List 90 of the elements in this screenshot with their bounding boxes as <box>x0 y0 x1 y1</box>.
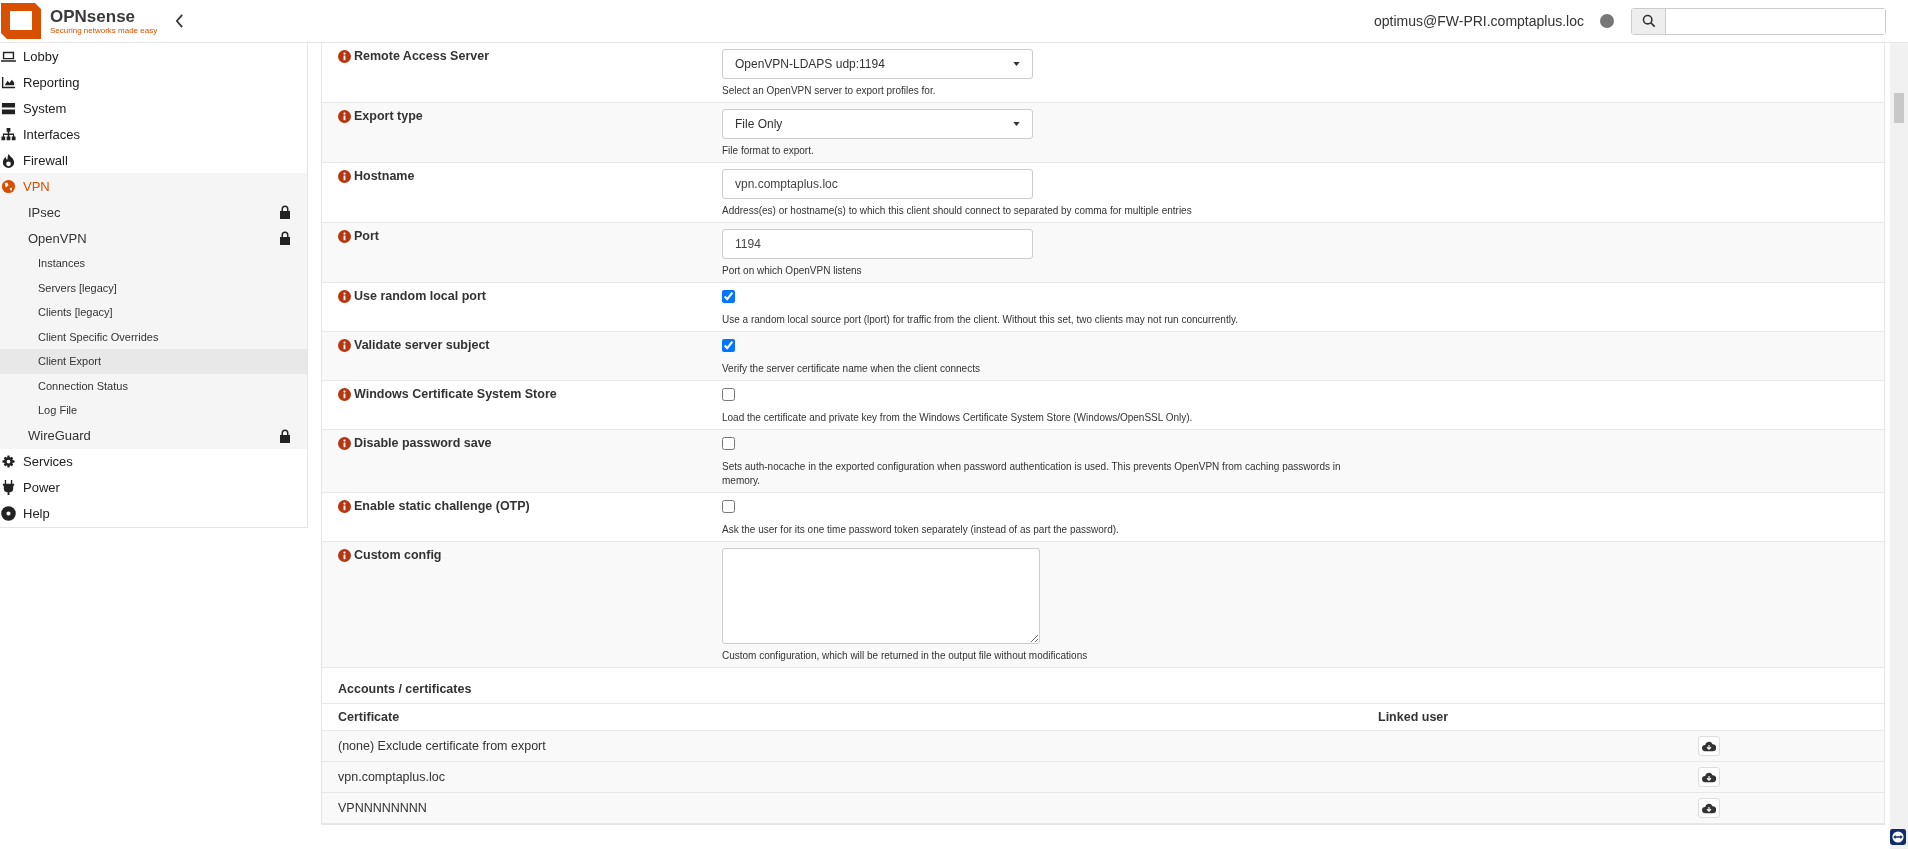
nav-icon <box>1 74 16 90</box>
help-text: Load the certificate and private key from the Windows Certificate System Store (Windows/OpenSSL Only). <box>722 411 1193 425</box>
scrollbar[interactable] <box>1890 43 1908 849</box>
nav-icon <box>1 126 16 142</box>
logo-icon <box>0 3 42 39</box>
nav-item[interactable]: Lobby <box>0 43 307 69</box>
nav-subitem[interactable]: Log File <box>0 398 307 423</box>
info-icon[interactable] <box>338 339 351 352</box>
info-icon[interactable] <box>338 170 351 183</box>
caret-icon <box>1013 122 1020 126</box>
input-field[interactable]: 1194 <box>722 229 1033 259</box>
nav-subitem[interactable]: Servers [legacy] <box>0 275 307 300</box>
info-icon[interactable] <box>338 388 351 401</box>
help-text: Select an OpenVPN server to export profiles for. <box>722 84 936 98</box>
cloud-download-icon <box>1702 740 1716 752</box>
nav-subitem[interactable]: IPsec <box>0 199 307 225</box>
input-field[interactable]: vpn.comptaplus.loc <box>722 169 1033 199</box>
status-dot <box>1600 14 1614 28</box>
nav-subitem[interactable]: Connection Status <box>0 373 307 398</box>
nav-icon <box>1 100 16 116</box>
nav-item[interactable]: Reporting <box>0 69 307 95</box>
checkbox[interactable] <box>722 290 735 303</box>
nav-subitem[interactable]: Client Specific Overrides <box>0 324 307 349</box>
nav-icon <box>1 506 16 521</box>
checkbox[interactable] <box>722 388 735 401</box>
help-text: Port on which OpenVPN listens <box>722 264 862 278</box>
field-label: Custom config <box>354 548 442 562</box>
cloud-download-icon <box>1702 771 1716 783</box>
help-text: File format to export. <box>722 144 814 158</box>
nav-item[interactable]: Interfaces <box>0 121 307 147</box>
help-text: Ask the user for its one time password token separately (instead of as part the password). <box>722 523 1119 537</box>
nav-subitem[interactable]: Instances <box>0 251 307 276</box>
caret-icon <box>1013 62 1020 66</box>
table-cell-text: (none) Exclude certificate from export <box>338 739 547 753</box>
nav-item[interactable]: Services <box>0 448 307 475</box>
logo-tagline: Securing networks made easy <box>50 26 158 35</box>
nav-item[interactable]: Power <box>0 474 307 501</box>
nav-item[interactable]: VPN <box>0 173 307 199</box>
field-label: Use random local port <box>354 289 486 303</box>
nav-icon <box>1 480 16 495</box>
info-icon[interactable] <box>338 230 351 243</box>
table-cell-text: VPNNNNNNNN <box>338 801 428 815</box>
nav-icon <box>1 454 16 469</box>
section-title: Accounts / certificates <box>322 668 1884 704</box>
collapse-icon[interactable] <box>175 14 185 28</box>
nav-subitem[interactable]: OpenVPN <box>0 225 307 251</box>
field-label: Remote Access Server <box>354 49 490 63</box>
column-header: Certificate <box>338 710 401 724</box>
info-icon[interactable] <box>338 110 351 123</box>
cloud-download-icon <box>1702 802 1716 814</box>
download-button[interactable] <box>1698 767 1720 787</box>
field-label: Disable password save <box>354 436 492 450</box>
field-label: Export type <box>354 109 423 123</box>
column-header: Linked user <box>1378 710 1449 724</box>
table-cell-text: vpn.comptaplus.loc <box>338 770 446 784</box>
help-text: Custom configuration, which will be returned in the output file without modifications <box>722 649 1088 663</box>
nav-icon <box>1 152 16 168</box>
info-icon[interactable] <box>338 290 351 303</box>
help-text: Address(es) or hostname(s) to which this client should connect to separated by comma for multiple entries <box>722 204 1192 218</box>
field-label: Windows Certificate System Store <box>354 387 557 401</box>
download-button[interactable] <box>1698 798 1720 818</box>
info-icon[interactable] <box>338 549 351 562</box>
field-label: Validate server subject <box>354 338 490 352</box>
checkbox[interactable] <box>722 437 735 450</box>
nav-subitem[interactable]: Client Export <box>0 349 307 374</box>
help-text: Sets auth-nocache in the exported configuration when password authentication is used. This prevents OpenVPN from caching passwords in memory. <box>722 460 1342 488</box>
search-icon <box>1641 14 1656 28</box>
nav-icon <box>1 178 16 194</box>
info-icon[interactable] <box>338 50 351 63</box>
field-label: Hostname <box>354 169 415 183</box>
remote-support-icon[interactable] <box>1890 829 1906 845</box>
dropdown[interactable]: OpenVPN-LDAPS udp:1194 <box>722 49 1033 79</box>
nav-item[interactable]: System <box>0 95 307 121</box>
download-button[interactable] <box>1698 736 1720 756</box>
info-icon[interactable] <box>338 437 351 450</box>
checkbox[interactable] <box>722 339 735 352</box>
logo-name: OPNsense <box>50 7 137 25</box>
info-icon[interactable] <box>338 500 351 513</box>
nav-subitem[interactable]: Clients [legacy] <box>0 300 307 325</box>
checkbox[interactable] <box>722 500 735 513</box>
nav-subitem[interactable]: WireGuard <box>0 422 307 449</box>
nav-item[interactable]: Firewall <box>0 147 307 173</box>
help-text: Use a random local source port (lport) for traffic from the client. Without this set, two clients may not run concurrently. <box>722 313 1238 327</box>
field-label: Port <box>354 229 379 243</box>
user-name[interactable]: optimus@FW-PRI.comptaplus.loc <box>1374 13 1584 29</box>
help-text: Verify the server certificate name when the client connects <box>722 362 980 376</box>
search-button[interactable] <box>1632 8 1666 34</box>
field-label: Enable static challenge (OTP) <box>354 499 530 513</box>
nav-item[interactable]: Help <box>0 500 307 527</box>
dropdown[interactable]: File Only <box>722 109 1033 139</box>
